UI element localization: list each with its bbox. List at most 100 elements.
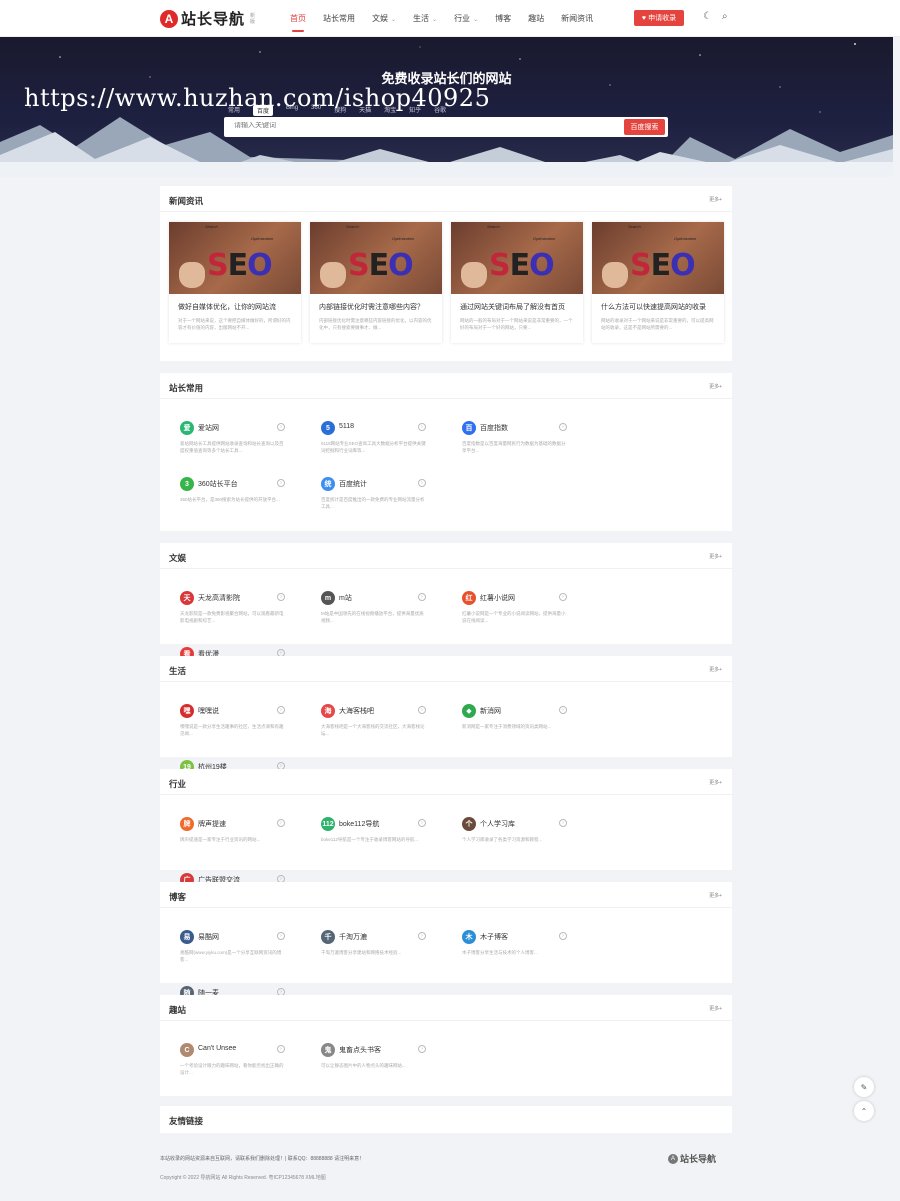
more-link[interactable]: 更多+ <box>709 779 722 786</box>
site-item[interactable]: 红红薯小说网 › 红薯小说网是一个专业的小说阅读网站，提供海量小说在线阅读... <box>460 591 601 647</box>
site-name[interactable]: 百度指数 <box>480 423 508 433</box>
site-item[interactable]: 统百度统计 › 百度统计是百度推出的一款免费的专业网站流量分析工具... <box>319 477 460 533</box>
more-link[interactable]: 更多+ <box>709 383 722 390</box>
arrow-right-icon[interactable]: › <box>559 593 567 601</box>
site-name[interactable]: 天龙高清影院 <box>198 593 240 603</box>
arrow-right-icon[interactable]: › <box>559 819 567 827</box>
site-item[interactable]: 爱爱站网 › 爱站网站长工具提供网站收录查询和站长查询以及百度权重值查询等多个站长工… <box>178 421 319 477</box>
nav-wenyu[interactable]: 文娱 ⌄ <box>372 13 396 24</box>
xinxiao-icon: ◆ <box>462 704 476 718</box>
section-card-hangye: 行业 更多+ 牌牌声提速 › 牌声提速是一家专注于行业资讯的网站... 112 boke11… <box>160 769 732 898</box>
arrow-right-icon[interactable]: › <box>277 819 285 827</box>
arrow-right-icon[interactable]: › <box>559 932 567 940</box>
site-item[interactable]: 鬼鬼畜点头书客 › 可以让静态图片中的人物点头的趣味网站... <box>319 1043 460 1099</box>
nav-hangye[interactable]: 行业 ⌄ <box>454 13 478 24</box>
arrow-right-icon[interactable]: › <box>559 706 567 714</box>
card-header: 新闻资讯 更多+ <box>160 186 732 212</box>
site-name[interactable]: 新消网 <box>480 706 501 716</box>
back-to-top-icon[interactable]: ⌃ <box>854 1101 874 1121</box>
submit-site-label: 申请收录 <box>648 15 677 22</box>
site-name[interactable]: 大海客栈吧 <box>339 706 374 716</box>
site-item[interactable]: 5 5118 › 5118网站专业SEO查询工具大数据分析平台提供关键词挖掘和行业词库… <box>319 421 460 477</box>
search-icon[interactable]: ⌕ <box>722 11 728 22</box>
edit-pencil-icon[interactable]: ✎ <box>854 1077 874 1097</box>
nav-zhanzhang[interactable]: 站长常用 <box>323 13 355 24</box>
site-item[interactable]: 千千淘万漉 › 千淘万漉博客分享建站和网络技术经验... <box>319 930 460 986</box>
arrow-right-icon[interactable]: › <box>277 1045 285 1053</box>
news-title[interactable]: 什么方法可以快速提高网站的收录 <box>601 302 717 312</box>
arrow-right-icon[interactable]: › <box>418 706 426 714</box>
arrow-right-icon[interactable]: › <box>277 706 285 714</box>
site-name[interactable]: 易酷网 <box>198 932 219 942</box>
site-name[interactable]: 千淘万漉 <box>339 932 367 942</box>
arrow-right-icon[interactable]: › <box>559 423 567 431</box>
site-grid: 爱爱站网 › 爱站网站长工具提供网站收录查询和站长查询以及百度权重值查询等多个站长工… <box>178 421 738 533</box>
seo-letter: O <box>670 248 695 283</box>
arrow-right-icon[interactable]: › <box>277 423 285 431</box>
site-item[interactable]: 木木子博客 › 木子博客分享生活与技术的个人博客... <box>460 930 601 986</box>
more-link[interactable]: 更多+ <box>709 666 722 673</box>
site-name[interactable]: 牌声提速 <box>198 819 226 829</box>
news-title[interactable]: 通过网站关键词布局了解没有首页 <box>460 302 576 312</box>
site-name[interactable]: 个人学习库 <box>480 819 515 829</box>
site-item[interactable]: 海大海客栈吧 › 大海客栈吧是一个大海客栈的交流社区，大海客栈论坛... <box>319 704 460 760</box>
footer-logo-text: 站长导航 <box>680 1154 717 1164</box>
news-item[interactable]: Search Optimization SEO 内部链接优化时需注意哪些内容？ 内部链接… <box>310 222 442 343</box>
site-item[interactable]: 嘿嘿嘿说 › 嘿嘿说是一款分享生活趣事的社区，生活点滴和有趣见闻... <box>178 704 319 760</box>
submit-site-button[interactable]: ♥ 申请收录 <box>634 10 684 26</box>
site-name[interactable]: boke112导航 <box>339 819 379 829</box>
search-button[interactable]: 百度搜索 <box>624 119 665 135</box>
more-link[interactable]: 更多+ <box>709 196 722 203</box>
dark-mode-moon-icon[interactable]: ☾ <box>703 11 712 22</box>
site-item[interactable]: ◆ 新消网 › 新消网是一家专注于消费领域的资讯类网站... <box>460 704 601 760</box>
arrow-right-icon[interactable]: › <box>418 819 426 827</box>
arrow-right-icon[interactable]: › <box>277 593 285 601</box>
arrow-right-icon[interactable]: › <box>277 479 285 487</box>
site-item[interactable]: 百百度指数 › 百度指数是以百度海量网民行为数据为基础的数据分享平台... <box>460 421 601 477</box>
arrow-right-icon[interactable]: › <box>277 932 285 940</box>
site-name[interactable]: 百度统计 <box>339 479 367 489</box>
site-name[interactable]: 爱站网 <box>198 423 219 433</box>
more-link[interactable]: 更多+ <box>709 892 722 899</box>
section-card-quzhan: 趣站 更多+ C Can't Unsee › 一个考验设计眼力的趣味网站，看你能否找出正确… <box>160 995 732 1096</box>
site-name[interactable]: Can't Unsee <box>198 1045 236 1052</box>
site-name[interactable]: 红薯小说网 <box>480 593 515 603</box>
nav-shenghuo-label: 生活 <box>413 13 430 23</box>
site-logo[interactable]: A 站长导航 新版 <box>160 8 256 29</box>
site-name[interactable]: 5118 <box>339 423 354 430</box>
site-item[interactable]: C Can't Unsee › 一个考验设计眼力的趣味网站，看你能否找出正确的设计..… <box>178 1043 319 1099</box>
news-title[interactable]: 做好自媒体优化，让你的网站流 <box>178 302 294 312</box>
news-title[interactable]: 内部链接优化时需注意哪些内容？ <box>319 302 435 312</box>
nav-news[interactable]: 新闻资讯 <box>561 13 593 24</box>
arrow-right-icon[interactable]: › <box>418 932 426 940</box>
site-item[interactable]: m m站 › M站是中国领先的在线视频播放平台，提供海量优质视频... <box>319 591 460 647</box>
news-item[interactable]: Search Optimization SEO 做好自媒体优化，让你的网站流 对于一个网… <box>169 222 301 343</box>
seo-letter: S <box>348 248 370 283</box>
news-item[interactable]: Search Optimization SEO 什么方法可以快速提高网站的收录 网站的收… <box>592 222 724 343</box>
nav-quzhan[interactable]: 趣站 <box>528 13 544 24</box>
site-item[interactable]: 112 boke112导航 › boke112导航是一个专注于收录博客网站的导航... <box>319 817 460 873</box>
site-item[interactable]: 易易酷网 › 易酷网(www.yiyku.com)是一个分享互联网资讯的博客... <box>178 930 319 986</box>
site-item[interactable]: 牌牌声提速 › 牌声提速是一家专注于行业资讯的网站... <box>178 817 319 873</box>
search-input[interactable] <box>234 122 614 129</box>
more-link[interactable]: 更多+ <box>709 1005 722 1012</box>
site-name[interactable]: 木子博客 <box>480 932 508 942</box>
arrow-right-icon[interactable]: › <box>418 479 426 487</box>
news-card: 新闻资讯 更多+ Search Optimization SEO 做好自媒体优化，让你… <box>160 186 732 361</box>
site-item[interactable]: 天天龙高清影院 › 天龙影院是一款免费影视聚合网站，可以观看最新电影电视剧和综艺..… <box>178 591 319 647</box>
nav-boke[interactable]: 博客 <box>495 13 511 24</box>
site-item[interactable]: 个个人学习库 › 个人学习库收录了各类学习资源和教程... <box>460 817 601 873</box>
site-item[interactable]: 3 360站长平台 › 360站长平台，是360搜索为站长提供的开放平台... <box>178 477 319 533</box>
site-name[interactable]: 360站长平台 <box>198 479 238 489</box>
more-link[interactable]: 更多+ <box>709 553 722 560</box>
site-name[interactable]: 鬼畜点头书客 <box>339 1045 381 1055</box>
site-name[interactable]: m站 <box>339 593 352 603</box>
arrow-right-icon[interactable]: › <box>418 1045 426 1053</box>
site-name[interactable]: 嘿嘿说 <box>198 706 219 716</box>
arrow-right-icon[interactable]: › <box>418 423 426 431</box>
arrow-right-icon[interactable]: › <box>418 593 426 601</box>
news-item[interactable]: Search Optimization SEO 通过网站关键词布局了解没有首页 网站的一… <box>451 222 583 343</box>
boke112-icon: 112 <box>321 817 335 831</box>
nav-shenghuo[interactable]: 生活 ⌄ <box>413 13 437 24</box>
nav-home[interactable]: 首页 <box>290 13 306 32</box>
